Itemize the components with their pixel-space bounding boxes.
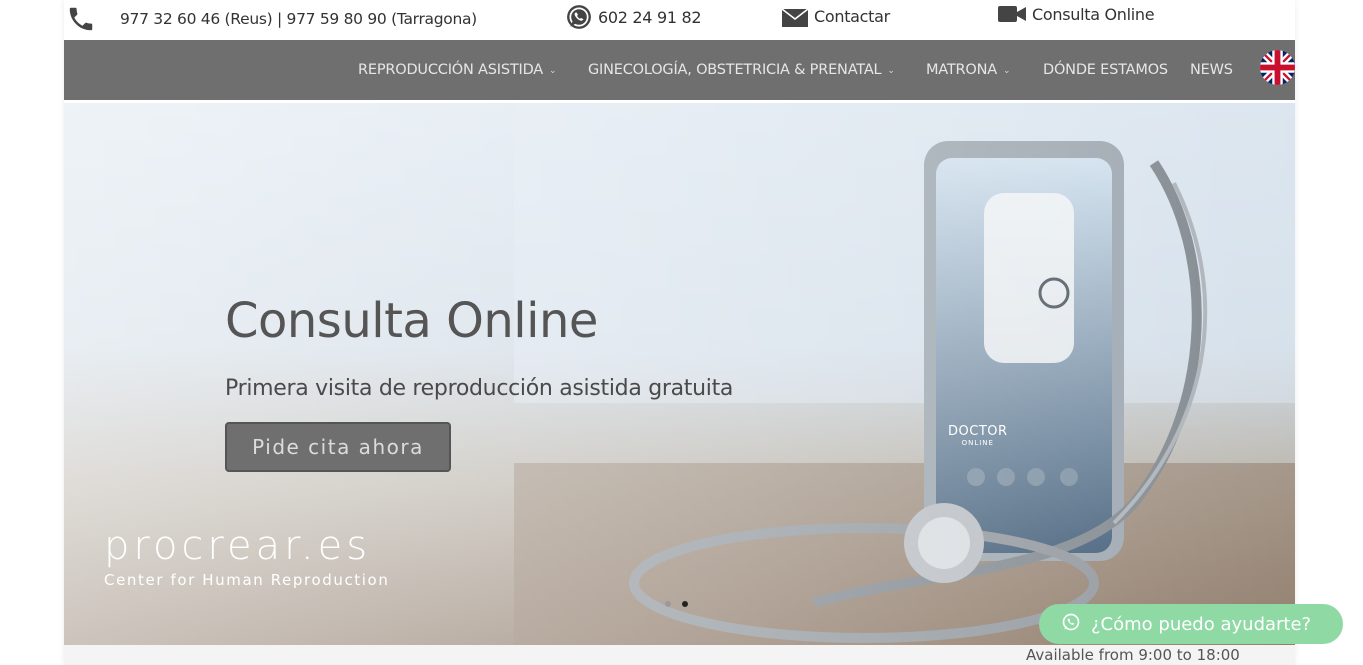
nav-item-label: MATRONA <box>926 62 998 78</box>
online-consult-text: Consulta Online <box>1032 4 1155 24</box>
slider-pagination <box>665 601 688 607</box>
nav-item-label: GINECOLOGÍA, OBSTETRICIA & PRENATAL <box>588 62 882 78</box>
logo-wordmark: procrear.es <box>104 523 372 569</box>
slider-dot-2[interactable] <box>682 601 688 607</box>
nav-item-matrona[interactable]: MATRONA ⌄ <box>926 62 1011 78</box>
nav-item-news[interactable]: NEWS <box>1190 62 1233 78</box>
phone-numbers-text: 977 32 60 46 (Reus) | 977 59 80 90 (Tarr… <box>120 10 477 28</box>
nav-item-label: REPRODUCCIÓN ASISTIDA <box>358 62 544 78</box>
book-appointment-button[interactable]: Pide cita ahora <box>225 422 451 472</box>
procrear-logo: procrear.es Center for Human Reproductio… <box>104 523 389 589</box>
video-camera-icon <box>998 4 1026 24</box>
uk-flag-icon[interactable] <box>1260 50 1295 85</box>
contact-link[interactable]: Contactar <box>782 4 890 28</box>
whatsapp-number-text: 602 24 91 82 <box>598 7 702 27</box>
nav-item-label: DÓNDE ESTAMOS <box>1043 62 1168 78</box>
chevron-down-icon: ⌄ <box>549 66 557 76</box>
chevron-down-icon: ⌄ <box>887 66 895 76</box>
nav-item-ginecologia[interactable]: GINECOLOGÍA, OBSTETRICIA & PRENATAL ⌄ <box>588 62 895 78</box>
whatsapp-icon <box>1061 612 1081 637</box>
contact-text: Contactar <box>814 6 890 26</box>
nav-item-donde-estamos[interactable]: DÓNDE ESTAMOS <box>1043 62 1168 78</box>
phone-icon <box>66 4 96 34</box>
logo-tagline: Center for Human Reproduction <box>104 571 390 589</box>
whatsapp-chat-label: ¿Cómo puedo ayudarte? <box>1091 613 1312 635</box>
phone-screen-label: DOCTOR ONLINE <box>948 425 1008 447</box>
slider-dot-1[interactable] <box>665 601 671 607</box>
whatsapp-availability: Available from 9:00 to 18:00 <box>1026 646 1240 664</box>
chevron-down-icon: ⌄ <box>1003 66 1011 76</box>
mail-icon <box>782 4 808 28</box>
top-contact-bar: 977 32 60 46 (Reus) | 977 59 80 90 (Tarr… <box>64 0 1295 40</box>
whatsapp-icon <box>566 4 592 30</box>
nav-item-reproduccion[interactable]: REPRODUCCIÓN ASISTIDA ⌄ <box>358 62 557 78</box>
hero-title: Consulta Online <box>225 293 598 349</box>
page-frame: 977 32 60 46 (Reus) | 977 59 80 90 (Tarr… <box>64 0 1295 665</box>
hero-subtitle: Primera visita de reproducción asistida … <box>225 376 734 401</box>
hero-slider: DOCTOR ONLINE Consulta Online Primera vi… <box>64 103 1295 645</box>
phone-screen-title: DOCTOR <box>948 424 1008 439</box>
phone-screen-subtitle: ONLINE <box>961 439 994 447</box>
whatsapp-chat-button[interactable]: ¿Cómo puedo ayudarte? <box>1039 604 1343 644</box>
phone-contact[interactable]: 977 32 60 46 (Reus) | 977 59 80 90 (Tarr… <box>66 4 477 34</box>
whatsapp-contact[interactable]: 602 24 91 82 <box>566 4 702 30</box>
main-navigation: REPRODUCCIÓN ASISTIDA ⌄ GINECOLOGÍA, OBS… <box>64 40 1295 100</box>
online-consult-link[interactable]: Consulta Online <box>998 4 1155 24</box>
nav-item-label: NEWS <box>1190 62 1233 78</box>
